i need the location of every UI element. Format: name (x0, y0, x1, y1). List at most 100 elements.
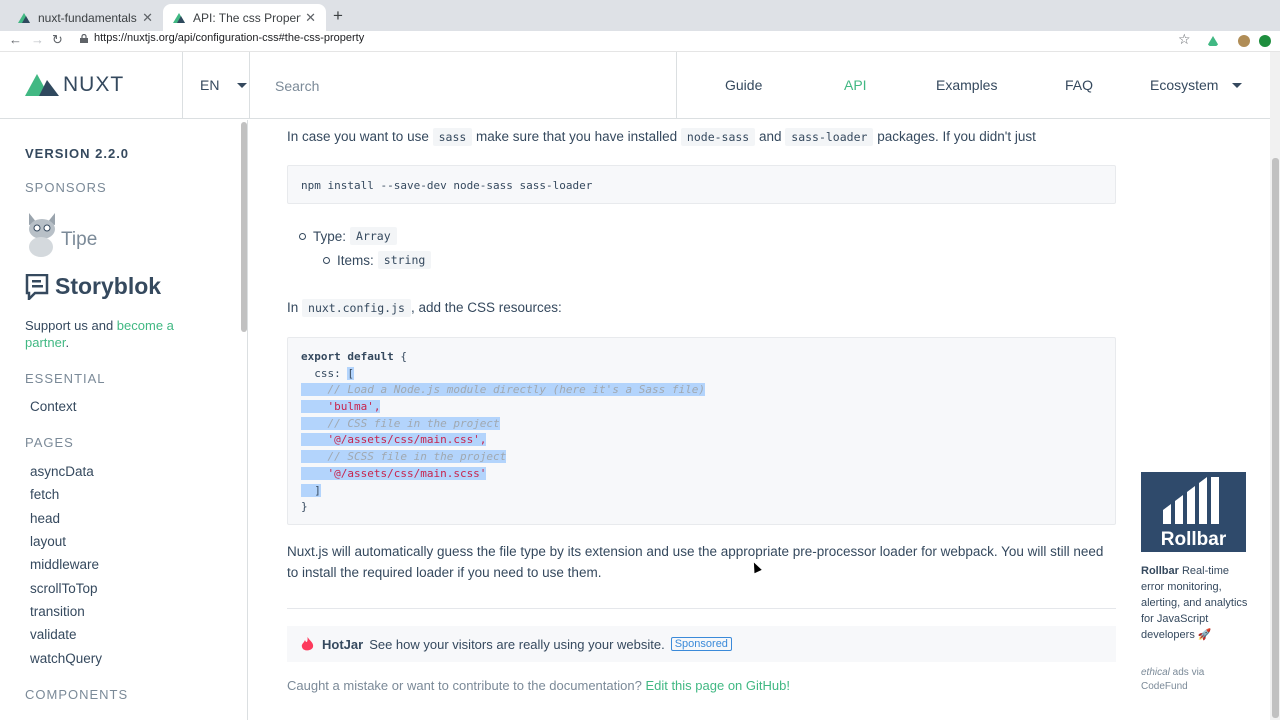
browser-tab-bar: nuxt-fundamentals ✕ API: The css Propert… (0, 0, 1280, 31)
ad-brand: Rollbar (1141, 565, 1179, 577)
code-line: ] (301, 483, 1102, 500)
divider (676, 52, 677, 119)
inline-code: node-sass (680, 128, 756, 146)
install-code-block: npm install --save-dev node-sass sass-lo… (287, 165, 1116, 204)
hotjar-text: See how your visitors are really using y… (369, 636, 665, 652)
hotjar-name: HotJar (322, 636, 364, 652)
sponsor-tipe[interactable]: Tipe (25, 211, 97, 257)
sidebar-item-asyncdata[interactable]: asyncData (30, 464, 94, 479)
nuxt-logo[interactable]: NUXT (25, 73, 124, 97)
code-line: // SCSS file in the project (301, 449, 1102, 466)
code-selected: ] (301, 483, 321, 497)
address-bar[interactable]: https://nuxtjs.org/api/configuration-css… (80, 32, 364, 44)
reload-icon[interactable]: ↻ (52, 32, 63, 48)
code-line: // CSS file in the project (301, 416, 1102, 433)
nav-examples[interactable]: Examples (936, 77, 997, 93)
nav-guide[interactable]: Guide (725, 77, 762, 93)
sidebar-item-watchquery[interactable]: watchQuery (30, 651, 102, 666)
sidebar-item-scrolltotop[interactable]: scrollToTop (30, 581, 98, 596)
lock-icon (80, 33, 88, 43)
code-line: '@/assets/css/main.scss' (301, 466, 1102, 483)
code-comment: // SCSS file in the project (301, 450, 507, 464)
edit-notice: Caught a mistake or want to contribute t… (287, 678, 790, 693)
text: make sure that you have installed (472, 129, 681, 144)
sidebar-item-fetch[interactable]: fetch (30, 487, 59, 502)
code-line: } (301, 499, 1102, 516)
paragraph-loader: Nuxt.js will automatically guess the fil… (287, 544, 1104, 580)
nav-faq[interactable]: FAQ (1065, 77, 1093, 93)
text: and (755, 129, 786, 144)
forward-icon[interactable]: → (31, 32, 44, 47)
tab-title: API: The css Property - Nuxt.js (193, 10, 301, 25)
pages-heading: PAGES (25, 435, 74, 450)
rollbar-logo-text: Rollbar (1161, 529, 1227, 550)
code-line: export default { (301, 349, 1102, 366)
ad-attribution[interactable]: ethical ads via CodeFund (1141, 666, 1251, 694)
text: In case you want to use (287, 129, 433, 144)
edit-text: Caught a mistake or want to contribute t… (287, 678, 646, 693)
code-text: { (393, 350, 407, 363)
page-scrollbar-thumb[interactable] (1272, 158, 1279, 718)
browser-tab-active[interactable]: API: The css Property - Nuxt.js ✕ (163, 4, 326, 31)
edit-on-github-link[interactable]: Edit this page on GitHub! (645, 678, 790, 693)
code-text: css: (301, 366, 348, 380)
tab-title: nuxt-fundamentals (38, 10, 137, 25)
sponsor-storyblok-name: Storyblok (55, 273, 162, 299)
extension-icon[interactable] (1238, 35, 1250, 47)
sidebar-item-layout[interactable]: layout (30, 534, 66, 549)
nav-ecosystem-label: Ecosystem (1150, 77, 1219, 93)
sidebar-item-transition[interactable]: transition (30, 604, 85, 619)
rollbar-logo-icon: Rollbar (1161, 477, 1227, 550)
sponsor-storyblok[interactable]: Storyblok (25, 273, 161, 300)
sidebar-item-head[interactable]: head (30, 511, 60, 526)
code-line: // Load a Node.js module directly (here … (301, 382, 1102, 399)
close-tab-icon[interactable]: ✕ (142, 10, 153, 26)
close-tab-icon[interactable]: ✕ (305, 10, 316, 26)
version-label: VERSION 2.2.0 (25, 146, 130, 161)
code-comment: // Load a Node.js module directly (here … (301, 383, 705, 397)
hotjar-sponsor-banner[interactable]: HotJar See how your visitors are really … (287, 626, 1116, 662)
browser-toolbar: ← → ↻ https://nuxtjs.org/api/configurati… (0, 31, 1280, 52)
text: In (287, 300, 303, 315)
list-item-type: Type: Array (299, 227, 431, 245)
nuxt-favicon-icon (18, 12, 30, 23)
items-label: Items: (337, 252, 374, 268)
type-label: Type: (313, 228, 347, 244)
divider (287, 608, 1116, 609)
components-heading: COMPONENTS (25, 687, 129, 702)
nav-api[interactable]: API (844, 77, 867, 93)
text: , add the CSS resources: (410, 300, 562, 315)
code-string: '@/assets/css/main.scss' (301, 466, 487, 480)
rollbar-ad-image[interactable]: Rollbar (1141, 472, 1246, 552)
list-item-items: Items: string (323, 251, 432, 269)
code-text: } (301, 500, 308, 514)
support-label: Support us and (25, 318, 117, 333)
nav-ecosystem[interactable]: Ecosystem (1150, 77, 1243, 93)
sidebar-item-validate[interactable]: validate (30, 627, 77, 642)
back-icon[interactable]: ← (9, 32, 22, 47)
sidebar-item-middleware[interactable]: middleware (30, 557, 99, 572)
bookmark-star-icon[interactable]: ☆ (1178, 31, 1191, 48)
nuxt-logo-icon (25, 74, 59, 96)
sidebar-scrollbar[interactable] (241, 122, 247, 332)
ad-text[interactable]: Rollbar Real-time error monitoring, aler… (1141, 563, 1251, 643)
profile-icon[interactable] (1259, 35, 1271, 47)
site-header: NUXT EN Guide API Examples FAQ Ecosystem (0, 52, 1270, 119)
nuxt-favicon-icon (173, 12, 185, 23)
sidebar-item-context[interactable]: Context (30, 399, 77, 414)
search-input[interactable] (275, 74, 665, 98)
type-list: Type: Array Items: string (299, 227, 432, 275)
language-select[interactable]: EN (200, 77, 248, 93)
nuxt-extension-icon[interactable] (1207, 35, 1219, 47)
browser-tab[interactable]: nuxt-fundamentals ✕ (8, 4, 163, 31)
new-tab-button[interactable]: + (333, 6, 343, 26)
items-value: string (377, 251, 432, 269)
sponsored-badge: Sponsored (670, 637, 732, 651)
hotjar-flame-icon (301, 636, 314, 650)
config-code-block[interactable]: export default { css: [ // Load a Node.j… (287, 337, 1116, 525)
support-end: . (65, 335, 70, 350)
inline-code: sass-loader (785, 128, 874, 146)
chevron-down-icon (1232, 82, 1243, 88)
inline-code: sass (432, 128, 473, 146)
install-command: npm install --save-dev node-sass sass-lo… (301, 179, 593, 192)
